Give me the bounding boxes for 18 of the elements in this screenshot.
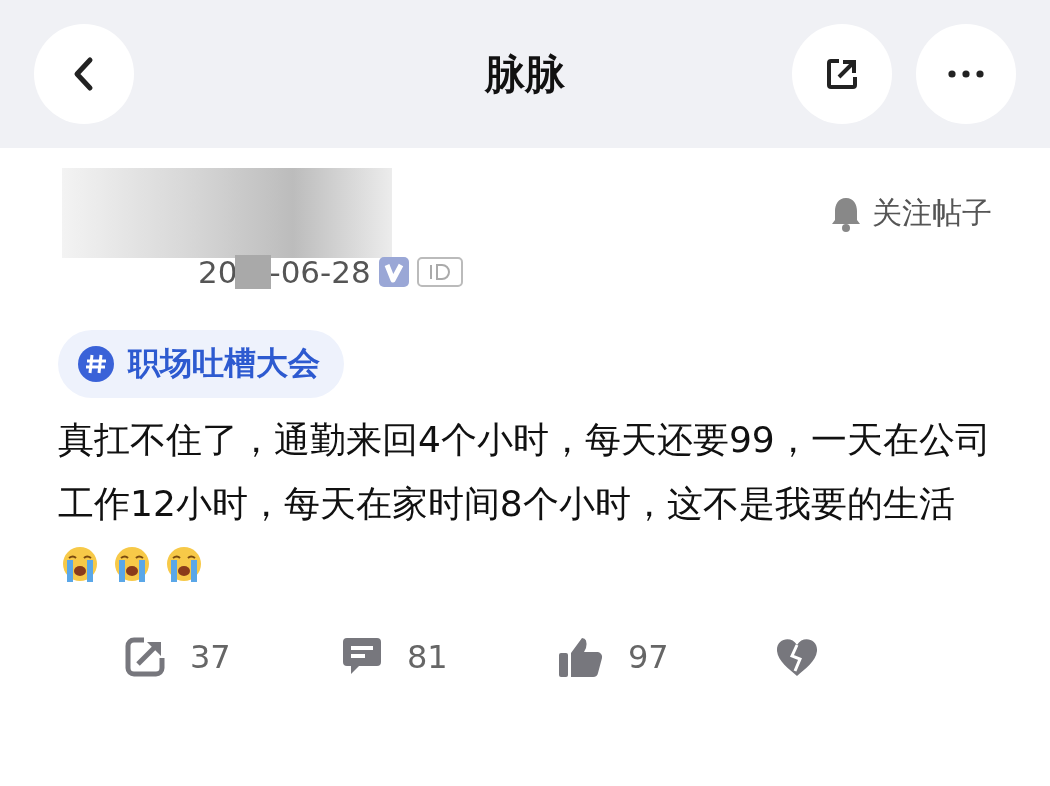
date-prefix: 20 bbox=[198, 254, 238, 290]
post-date: -06-28 bbox=[269, 254, 371, 290]
share-arrow-icon bbox=[124, 636, 166, 678]
external-link-icon bbox=[825, 57, 859, 91]
more-icon bbox=[948, 70, 984, 78]
post-text: 真扛不住了，通勤来回4个小时，每天还要99，一天在公司工作12小时，每天在家时间8个小时，这不是我要的生活 bbox=[58, 408, 998, 600]
comment-action-button[interactable]: 81 bbox=[341, 636, 558, 678]
like-action-button[interactable]: 97 bbox=[558, 636, 775, 678]
bell-icon bbox=[830, 195, 862, 232]
share-action-button[interactable]: 37 bbox=[124, 636, 341, 678]
thumbs-up-icon bbox=[558, 636, 604, 678]
page-title: 脉脉 bbox=[485, 49, 565, 99]
id-badge-icon bbox=[416, 257, 463, 287]
topic-tag[interactable]: 职场吐槽大会 bbox=[58, 330, 344, 398]
blurred-patch bbox=[235, 255, 272, 289]
broken-heart-icon bbox=[775, 637, 819, 677]
hashtag-icon bbox=[78, 346, 114, 382]
follow-post-button[interactable]: 关注帖子 bbox=[830, 193, 992, 234]
